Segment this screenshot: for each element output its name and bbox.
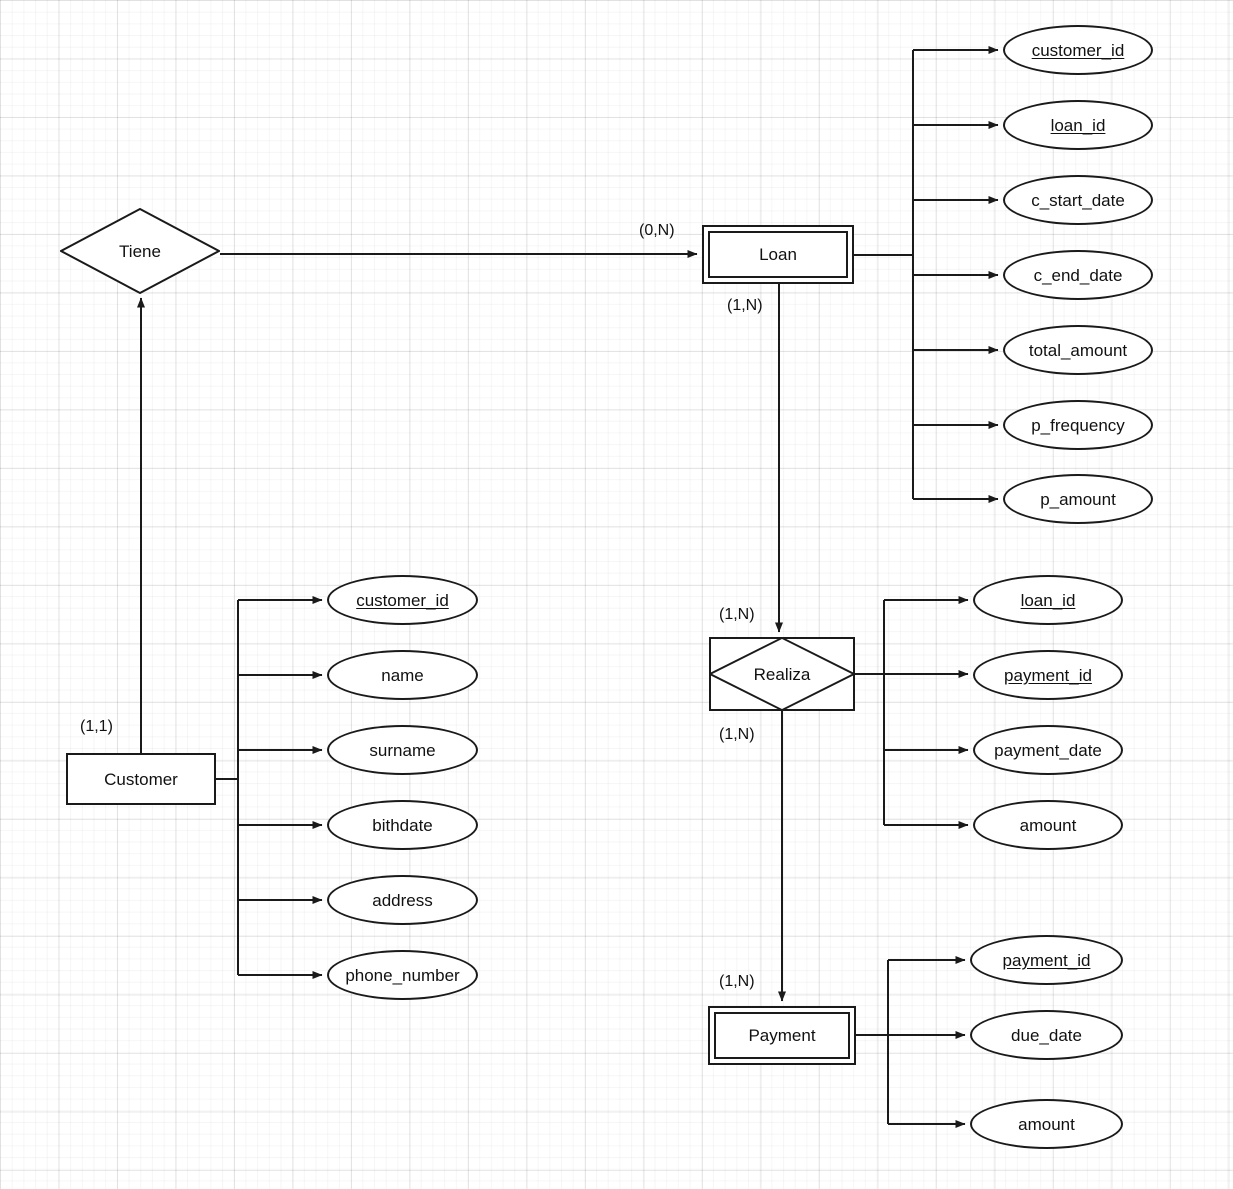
er-diagram-canvas: Tiene Customer Loan Realiza Payment cust… — [0, 0, 1233, 1189]
attribute-customer-surname[interactable]: surname — [327, 725, 478, 775]
attribute-loan-customer-id[interactable]: customer_id — [1003, 25, 1153, 75]
attribute-label: payment_id — [1002, 950, 1091, 970]
attribute-label: phone_number — [345, 965, 460, 985]
attribute-label: payment_date — [994, 740, 1102, 760]
attribute-label: amount — [1018, 1114, 1075, 1134]
entity-customer[interactable]: Customer — [66, 753, 216, 805]
attribute-loan-loan-id[interactable]: loan_id — [1003, 100, 1153, 150]
cardinality-loan-down: (1,N) — [727, 297, 763, 314]
attribute-loan-total-amount[interactable]: total_amount — [1003, 325, 1153, 375]
relationship-realiza[interactable]: Realiza — [709, 637, 855, 711]
attribute-label: p_frequency — [1031, 415, 1125, 435]
attribute-label: payment_id — [1004, 665, 1092, 685]
relationship-realiza-label: Realiza — [753, 664, 811, 684]
attribute-realiza-payment-id[interactable]: payment_id — [973, 650, 1123, 700]
attribute-label: amount — [1019, 815, 1077, 835]
attribute-loan-p-amount[interactable]: p_amount — [1003, 474, 1153, 524]
entity-loan[interactable]: Loan — [702, 225, 854, 284]
entity-payment[interactable]: Payment — [708, 1006, 856, 1065]
attribute-realiza-amount[interactable]: amount — [973, 800, 1123, 850]
attribute-payment-payment-id[interactable]: payment_id — [970, 935, 1123, 985]
attribute-label: customer_id — [356, 590, 449, 610]
attribute-realiza-loan-id[interactable]: loan_id — [973, 575, 1123, 625]
attribute-label: c_end_date — [1033, 265, 1123, 285]
attribute-payment-amount[interactable]: amount — [970, 1099, 1123, 1149]
entity-payment-inner-border: Payment — [714, 1012, 850, 1059]
attribute-customer-address[interactable]: address — [327, 875, 478, 925]
attribute-loan-p-frequency[interactable]: p_frequency — [1003, 400, 1153, 450]
attribute-label: loan_id — [1020, 590, 1076, 610]
attribute-label: address — [372, 890, 433, 910]
attribute-payment-due-date[interactable]: due_date — [970, 1010, 1123, 1060]
entity-customer-label: Customer — [104, 769, 178, 789]
attribute-customer-name[interactable]: name — [327, 650, 478, 700]
attribute-label: due_date — [1011, 1025, 1082, 1045]
attribute-loan-c-start-date[interactable]: c_start_date — [1003, 175, 1153, 225]
attribute-loan-c-end-date[interactable]: c_end_date — [1003, 250, 1153, 300]
attribute-label: bithdate — [372, 815, 433, 835]
attribute-label: p_amount — [1040, 489, 1116, 509]
cardinality-payment-up: (1,N) — [719, 973, 755, 990]
attribute-label: surname — [369, 740, 436, 760]
entity-loan-label: Loan — [759, 245, 797, 264]
attribute-label: customer_id — [1031, 40, 1125, 60]
attribute-customer-bithdate[interactable]: bithdate — [327, 800, 478, 850]
attribute-label: c_start_date — [1031, 190, 1125, 210]
attribute-realiza-payment-date[interactable]: payment_date — [973, 725, 1123, 775]
cardinality-customer-tiene: (1,1) — [80, 718, 113, 735]
entity-loan-inner-border: Loan — [708, 231, 848, 278]
attribute-label: total_amount — [1028, 340, 1128, 360]
attribute-label: name — [381, 665, 424, 685]
attribute-customer-phone-number[interactable]: phone_number — [327, 950, 478, 1000]
attribute-customer-customer-id[interactable]: customer_id — [327, 575, 478, 625]
cardinality-realiza-up: (1,N) — [719, 606, 755, 623]
cardinality-realiza-down: (1,N) — [719, 726, 755, 743]
cardinality-tiene-loan: (0,N) — [639, 222, 675, 239]
relationship-tiene[interactable]: Tiene — [60, 208, 220, 294]
attribute-label: loan_id — [1050, 115, 1106, 135]
relationship-tiene-label: Tiene — [119, 241, 161, 261]
entity-payment-label: Payment — [748, 1026, 816, 1045]
